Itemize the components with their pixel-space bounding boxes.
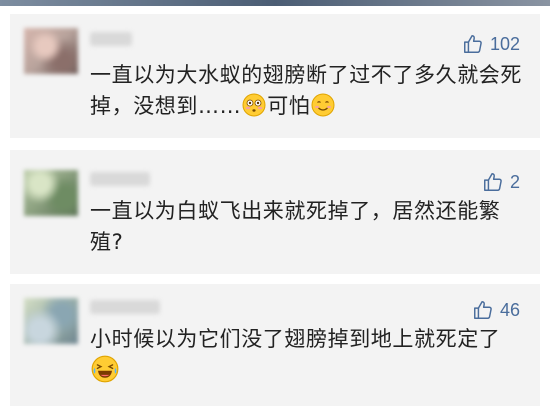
comment-card: 2 一直以为白蚁飞出来就死掉了，居然还能繁殖? xyxy=(10,150,540,274)
rolling-laughing-emoji-icon xyxy=(91,355,119,383)
comment-card: 46 小时候以为它们没了翅膀掉到地上就死定了 xyxy=(10,284,540,406)
like-button[interactable]: 2 xyxy=(482,170,520,194)
comment-text: 一直以为大水蚁的翅膀断了过不了多久就会死掉，没想到…… 可怕 xyxy=(90,60,522,122)
like-count: 2 xyxy=(509,171,520,192)
username-blurred[interactable] xyxy=(90,32,132,46)
username-blurred[interactable] xyxy=(90,172,150,186)
like-button[interactable]: 46 xyxy=(472,298,520,322)
thumbs-up-icon xyxy=(473,301,492,319)
flushed-face-emoji-icon xyxy=(242,93,266,117)
comment-text-part: 可怕 xyxy=(267,94,311,118)
comment-card: 102 一直以为大水蚁的翅膀断了过不了多久就会死掉，没想到…… 可怕 xyxy=(10,14,540,138)
comment-text-part: 小时候以为它们没了翅膀掉到地上就死定了 xyxy=(90,327,501,351)
comment-text: 一直以为白蚁飞出来就死掉了，居然还能繁殖? xyxy=(90,196,522,258)
avatar[interactable] xyxy=(24,170,78,216)
like-button[interactable]: 102 xyxy=(462,32,520,56)
like-count: 46 xyxy=(499,299,520,320)
top-image-edge xyxy=(0,0,550,6)
avatar[interactable] xyxy=(24,298,78,344)
comment-text-part: 一直以为白蚁飞出来就死掉了，居然还能繁殖? xyxy=(90,199,501,254)
comment-text: 小时候以为它们没了翅膀掉到地上就死定了 xyxy=(90,324,522,386)
thumbs-up-icon xyxy=(463,35,482,53)
like-count: 102 xyxy=(489,33,520,54)
thumbs-up-icon xyxy=(484,173,502,191)
smiling-face-emoji-icon xyxy=(311,93,335,117)
username-blurred[interactable] xyxy=(90,300,160,314)
avatar[interactable] xyxy=(24,28,78,74)
